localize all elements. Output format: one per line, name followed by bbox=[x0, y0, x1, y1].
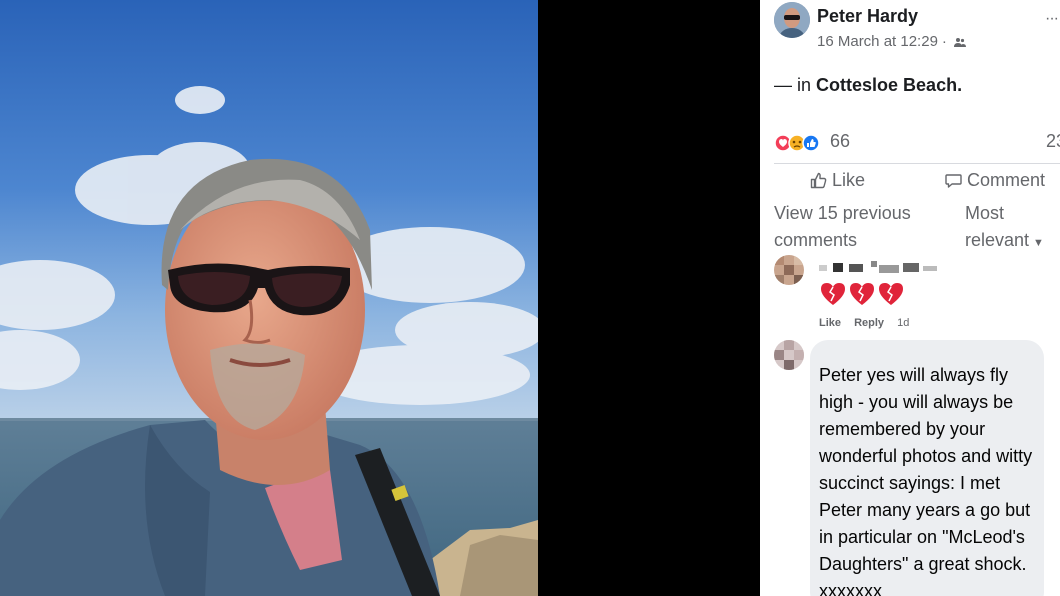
comment-text: Peter yes will always fly high - you wil… bbox=[819, 365, 1033, 596]
chevron-down-icon: ▼ bbox=[1033, 237, 1044, 249]
comment-meta: Like Reply 1d bbox=[819, 317, 919, 329]
selfie-photo bbox=[0, 0, 538, 596]
reaction-count: 66 bbox=[830, 131, 851, 151]
location-place-link[interactable]: Cottesloe Beach. bbox=[816, 75, 962, 95]
post-header: Peter Hardy 16 March at 12:29 · ··· bbox=[774, 2, 1060, 50]
reactions-summary[interactable]: 66 23 bbox=[774, 130, 1060, 154]
author-avatar[interactable] bbox=[774, 2, 810, 38]
timestamp-text: 16 March at 12:29 bbox=[817, 33, 938, 50]
comment-emoji bbox=[819, 281, 905, 311]
sort-label: Most relevant bbox=[965, 203, 1030, 250]
comment-like-link[interactable]: Like bbox=[819, 317, 841, 329]
post-location: — in Cottesloe Beach. bbox=[774, 75, 962, 96]
post-actions: Like Comment bbox=[760, 170, 1060, 198]
post-timestamp[interactable]: 16 March at 12:29 · bbox=[817, 33, 967, 50]
broken-heart-icon bbox=[850, 283, 874, 305]
timestamp-separator: · bbox=[941, 33, 947, 50]
comment-label: Comment bbox=[967, 170, 1046, 190]
sort-comments-dropdown[interactable]: Most relevant ▼ bbox=[965, 200, 1060, 257]
audience-icon bbox=[954, 38, 967, 48]
comment-icon bbox=[945, 174, 962, 188]
divider bbox=[774, 163, 1060, 164]
broken-heart-icon bbox=[879, 283, 903, 305]
broken-heart-icon bbox=[821, 283, 845, 305]
comment-age[interactable]: 1d bbox=[897, 317, 909, 329]
like-label: Like bbox=[832, 170, 866, 190]
comment-item: Like Reply 1d bbox=[774, 255, 1060, 335]
facebook-post: Peter Hardy 16 March at 12:29 · ··· — in … bbox=[760, 0, 1060, 596]
reaction-icons bbox=[774, 134, 820, 152]
view-previous-comments-link[interactable]: View 15 previous comments bbox=[774, 200, 934, 254]
black-gap bbox=[538, 0, 760, 596]
commenter-avatar[interactable] bbox=[774, 340, 804, 370]
post-author-name[interactable]: Peter Hardy bbox=[817, 6, 918, 27]
more-icon[interactable]: ··· bbox=[1045, 10, 1059, 28]
comment-count[interactable]: 23 bbox=[1046, 131, 1060, 152]
comment-reply-link[interactable]: Reply bbox=[854, 317, 884, 329]
comment-button[interactable]: Comment bbox=[945, 170, 1045, 191]
commenter-avatar[interactable] bbox=[774, 255, 804, 285]
like-icon bbox=[810, 172, 827, 189]
like-button[interactable]: Like bbox=[810, 170, 865, 191]
blurred-commenter-name[interactable] bbox=[819, 261, 949, 275]
location-prefix: — in bbox=[774, 75, 812, 95]
